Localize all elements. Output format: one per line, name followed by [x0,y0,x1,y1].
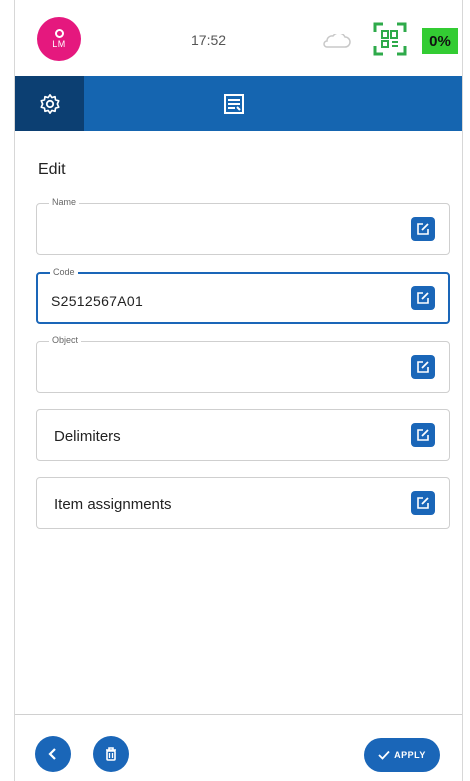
trash-icon [106,747,116,761]
delimiters-label: Delimiters [54,428,121,445]
back-button[interactable] [35,736,71,772]
edit-icon [417,223,429,235]
delimiters-row[interactable]: Delimiters [36,409,450,461]
edit-icon [417,361,429,373]
barcode-scanner-icon[interactable] [373,22,407,56]
app-frame: LM 17:52 0% Edit Name Code S2512567A01 O… [14,0,463,781]
avatar-initials: LM [52,39,66,49]
name-field-label: Name [49,197,80,207]
code-field-label: Code [50,267,78,277]
code-field-value: S2512567A01 [51,293,144,309]
item-assignments-row[interactable]: Item assignments [36,477,450,529]
page-title: Edit [38,161,66,178]
object-field[interactable]: Object [36,335,450,393]
tab-settings[interactable] [15,76,84,131]
edit-icon [417,292,429,304]
delete-button[interactable] [93,736,129,772]
edit-delimiters-button[interactable] [411,423,435,447]
item-assignments-label: Item assignments [54,496,172,513]
edit-object-button[interactable] [411,355,435,379]
form-icon [224,94,244,114]
footer-divider [15,714,462,715]
code-field[interactable]: Code S2512567A01 [36,267,450,324]
avatar[interactable]: LM [37,17,81,61]
cloud-icon [323,34,351,48]
status-bar: LM 17:52 0% [15,0,462,76]
edit-icon [417,429,429,441]
check-icon [378,750,390,760]
chevron-left-icon [48,748,56,760]
tab-form[interactable] [220,90,248,118]
edit-name-button[interactable] [411,217,435,241]
gear-icon [39,93,60,114]
clock: 17:52 [191,32,227,48]
edit-icon [417,497,429,509]
edit-code-button[interactable] [411,286,435,310]
apply-label: APPLY [394,750,426,760]
name-field[interactable]: Name [36,197,450,255]
apply-button[interactable]: APPLY [364,738,440,772]
object-field-label: Object [49,335,82,345]
user-icon [54,29,64,38]
top-nav-bar [15,76,462,131]
battery-indicator: 0% [422,28,458,54]
edit-item-assignments-button[interactable] [411,491,435,515]
